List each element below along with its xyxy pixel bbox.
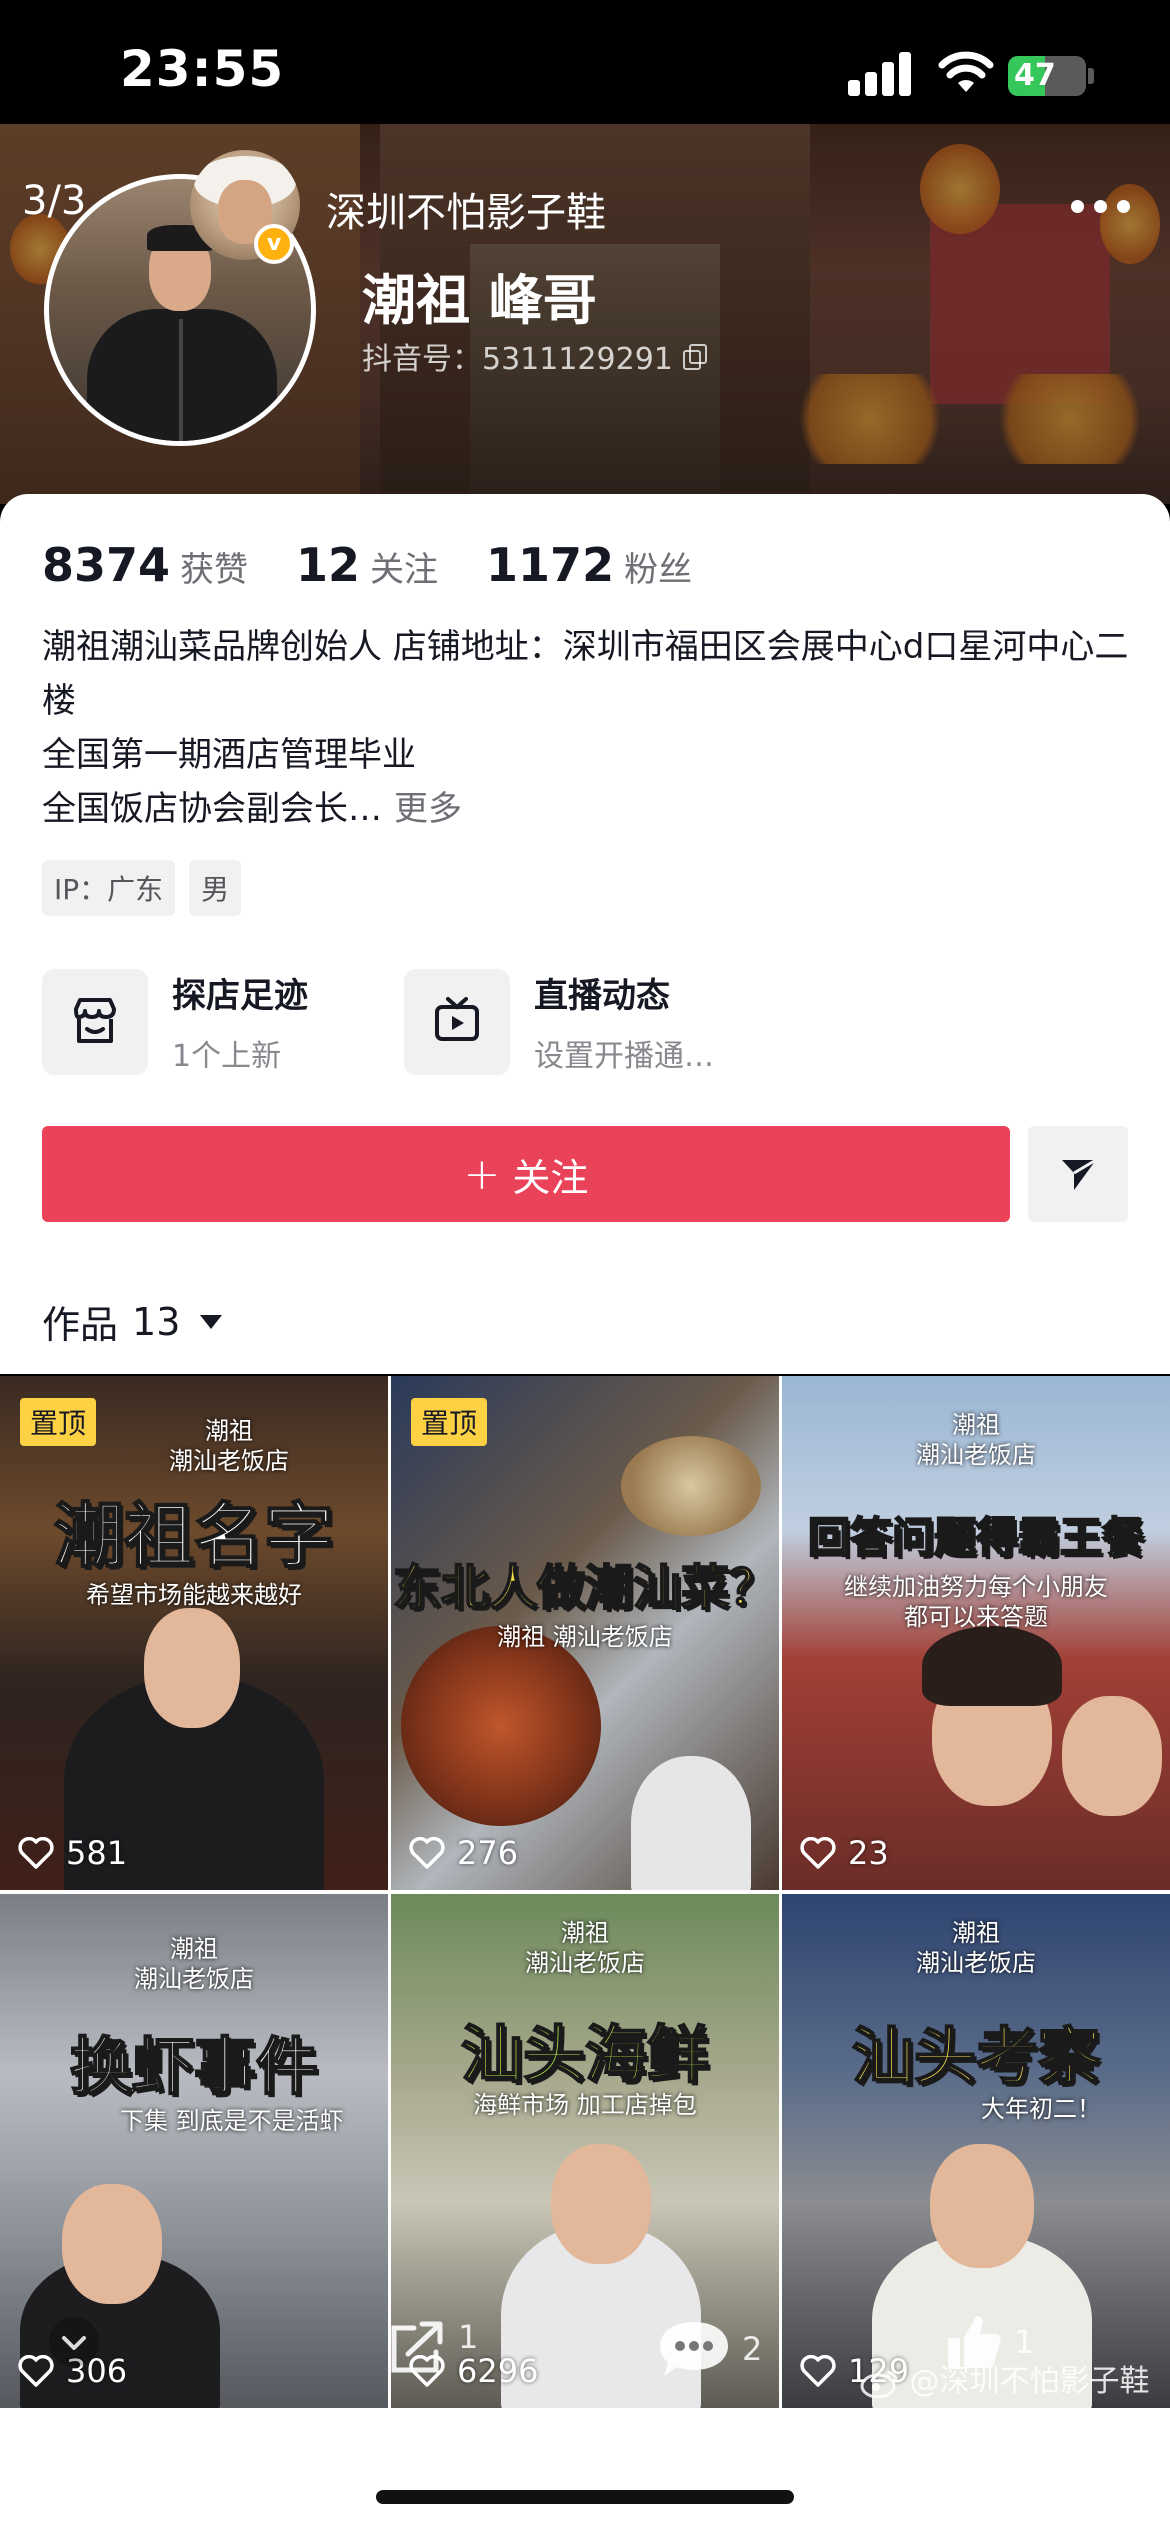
bio-line: 全国饭店协会副会长… 更多 bbox=[42, 782, 1132, 836]
ip-location-tag: IP：广东 bbox=[42, 860, 176, 916]
video-headline: 换虾事件 bbox=[69, 2029, 319, 2104]
video-headline: 汕头考察 bbox=[851, 2019, 1101, 2094]
battery-percent: 47 bbox=[1014, 58, 1056, 93]
works-count: 13 bbox=[132, 1299, 181, 1344]
share-count: 1 bbox=[458, 2318, 479, 2356]
follow-button-label: 关注 bbox=[512, 1155, 589, 1200]
heart-outline-icon bbox=[800, 1837, 836, 1869]
heart-outline-icon bbox=[409, 1837, 445, 1869]
gender-tag: 男 bbox=[189, 860, 242, 916]
video-headline: 回答问题得霸王餐 bbox=[807, 1512, 1145, 1563]
video-shop-caption: 潮祖 潮汕老饭店 bbox=[916, 1919, 1036, 1977]
tv-icon bbox=[404, 968, 510, 1075]
weibo-logo-icon bbox=[860, 2370, 898, 2398]
bio-line-text: 全国饭店协会副会长… bbox=[42, 789, 382, 829]
status-bar: 23:55 47 bbox=[0, 0, 1170, 124]
collapse-button[interactable] bbox=[48, 2316, 100, 2368]
like-count: 276 bbox=[457, 1834, 519, 1872]
follow-button[interactable]: + 关注 bbox=[42, 1126, 1010, 1222]
pinned-badge: 置顶 bbox=[20, 1398, 97, 1446]
bio-line: 潮祖潮汕菜品牌创始人 店铺地址：深圳市福田区会展中心d口星河中心二楼 bbox=[42, 627, 1129, 721]
more-options-icon[interactable] bbox=[1071, 200, 1130, 213]
stat-label: 获赞 bbox=[180, 550, 249, 590]
stat-value: 12 bbox=[296, 538, 361, 592]
video-tile[interactable]: 置顶 潮祖 潮汕老饭店 潮祖名字 希望市场能越来越好 581 bbox=[0, 1376, 388, 1890]
caret-down-icon bbox=[200, 1314, 223, 1329]
video-headline: 潮祖名字 bbox=[53, 1494, 335, 1578]
video-subtitle: 海鲜市场 加工店掉包 bbox=[473, 2091, 697, 2119]
share-button[interactable]: 1 bbox=[386, 2318, 478, 2376]
battery-tip bbox=[1088, 68, 1094, 84]
heart-outline-icon bbox=[18, 1837, 54, 1869]
cellular-signal-icon bbox=[848, 52, 912, 96]
comment-button[interactable]: 2 bbox=[656, 2318, 762, 2380]
stat-label: 关注 bbox=[370, 550, 439, 590]
video-shop-caption: 潮祖 潮汕老饭店 bbox=[525, 1919, 645, 1977]
video-shop-caption: 潮祖 潮汕老饭店 bbox=[916, 1411, 1036, 1469]
stat-likes: 8374 获赞 bbox=[42, 538, 248, 592]
video-likes: 23 bbox=[800, 1834, 889, 1872]
display-name: 潮祖 峰哥 bbox=[362, 269, 597, 332]
stat-value: 8374 bbox=[42, 538, 171, 592]
profile-header: 3/3 v 深圳不怕影子鞋 潮祖 峰哥 抖音号：5311129291 bbox=[0, 124, 1170, 504]
verified-badge-icon: v bbox=[254, 224, 294, 264]
video-shop-caption: 潮祖 潮汕老饭店 bbox=[497, 1623, 673, 1651]
profile-bio: 潮祖潮汕菜品牌创始人 店铺地址：深圳市福田区会展中心d口星河中心二楼 全国第一期… bbox=[42, 620, 1132, 836]
video-likes: 276 bbox=[409, 1834, 518, 1872]
video-likes: 581 bbox=[18, 1834, 127, 1872]
image-counter: 3/3 bbox=[22, 178, 87, 224]
video-tile[interactable]: 置顶 东北人做潮汕菜？ 潮祖 潮汕老饭店 276 bbox=[391, 1376, 779, 1890]
video-subtitle: 大年初二！ bbox=[981, 2095, 1101, 2123]
works-tab[interactable]: 作品 13 bbox=[42, 1294, 223, 1349]
shortcut-title: 探店足迹 bbox=[172, 976, 308, 1016]
profile-card: 8374 获赞 12 关注 1172 粉丝 潮祖潮汕菜品牌创始人 店铺地址：深圳… bbox=[0, 494, 1170, 1374]
comment-icon bbox=[660, 2322, 728, 2376]
shortcut-subtitle: 设置开播通… bbox=[534, 1039, 714, 1074]
stat-value: 1172 bbox=[486, 538, 615, 592]
comment-count: 2 bbox=[742, 2330, 763, 2368]
shortcut-subtitle: 1个上新 bbox=[172, 1039, 282, 1074]
video-subtitle: 下集 到底是不是活虾 bbox=[120, 2107, 344, 2135]
bio-more-link[interactable]: 更多 bbox=[394, 789, 462, 829]
battery-icon: 47 bbox=[1008, 56, 1086, 96]
shortcut-title: 直播动态 bbox=[534, 976, 670, 1016]
home-indicator[interactable] bbox=[376, 2490, 794, 2504]
stat-followers[interactable]: 1172 粉丝 bbox=[486, 538, 692, 592]
bio-line: 全国第一期酒店管理毕业 bbox=[42, 735, 416, 775]
share-profile-button[interactable] bbox=[1028, 1126, 1128, 1222]
shortcut-live-updates[interactable]: 直播动态 设置开播通… bbox=[404, 968, 714, 1075]
shop-icon bbox=[42, 968, 148, 1075]
video-grid: 置顶 潮祖 潮汕老饭店 潮祖名字 希望市场能越来越好 581 置顶 东北人做潮汕菜… bbox=[0, 1376, 1170, 2408]
video-subtitle: 继续加油努力每个小朋友 都可以来答题 bbox=[844, 1573, 1108, 1631]
account-nickname[interactable]: 深圳不怕影子鞋 bbox=[326, 180, 606, 238]
bottom-safe-area bbox=[0, 2408, 1170, 2532]
video-headline: 汕头海鲜 bbox=[460, 2017, 710, 2092]
profile-tags: IP：广东 男 bbox=[42, 860, 242, 916]
video-shop-caption: 潮祖 潮汕老饭店 bbox=[134, 1935, 254, 1993]
video-headline: 东北人做潮汕菜？ bbox=[392, 1559, 778, 1617]
watermark: @深圳不怕影子鞋 bbox=[860, 2356, 1150, 2400]
copy-icon[interactable] bbox=[682, 344, 707, 370]
works-tab-label: 作品 bbox=[42, 1303, 119, 1347]
plus-icon: + bbox=[463, 1148, 501, 1200]
video-subtitle: 希望市场能越来越好 bbox=[86, 1581, 302, 1609]
douyin-id[interactable]: 抖音号：5311129291 bbox=[362, 334, 707, 378]
pinned-badge: 置顶 bbox=[411, 1398, 488, 1446]
chevron-down-icon bbox=[49, 2317, 99, 2367]
douyin-id-text: 抖音号：5311129291 bbox=[362, 342, 673, 377]
status-time: 23:55 bbox=[120, 40, 285, 98]
profile-stats: 8374 获赞 12 关注 1172 粉丝 bbox=[42, 538, 740, 592]
watermark-text: @深圳不怕影子鞋 bbox=[909, 2364, 1150, 2399]
wifi-icon bbox=[938, 51, 994, 92]
video-tile[interactable]: 潮祖 潮汕老饭店 回答问题得霸王餐 继续加油努力每个小朋友 都可以来答题 23 bbox=[782, 1376, 1170, 1890]
like-count: 23 bbox=[848, 1834, 889, 1872]
like-count: 581 bbox=[66, 1834, 128, 1872]
shortcut-store-visits[interactable]: 探店足迹 1个上新 bbox=[42, 968, 308, 1075]
share-icon bbox=[391, 2321, 443, 2373]
stat-following[interactable]: 12 关注 bbox=[296, 538, 438, 592]
stat-label: 粉丝 bbox=[624, 550, 693, 590]
send-icon bbox=[1062, 1158, 1097, 1190]
